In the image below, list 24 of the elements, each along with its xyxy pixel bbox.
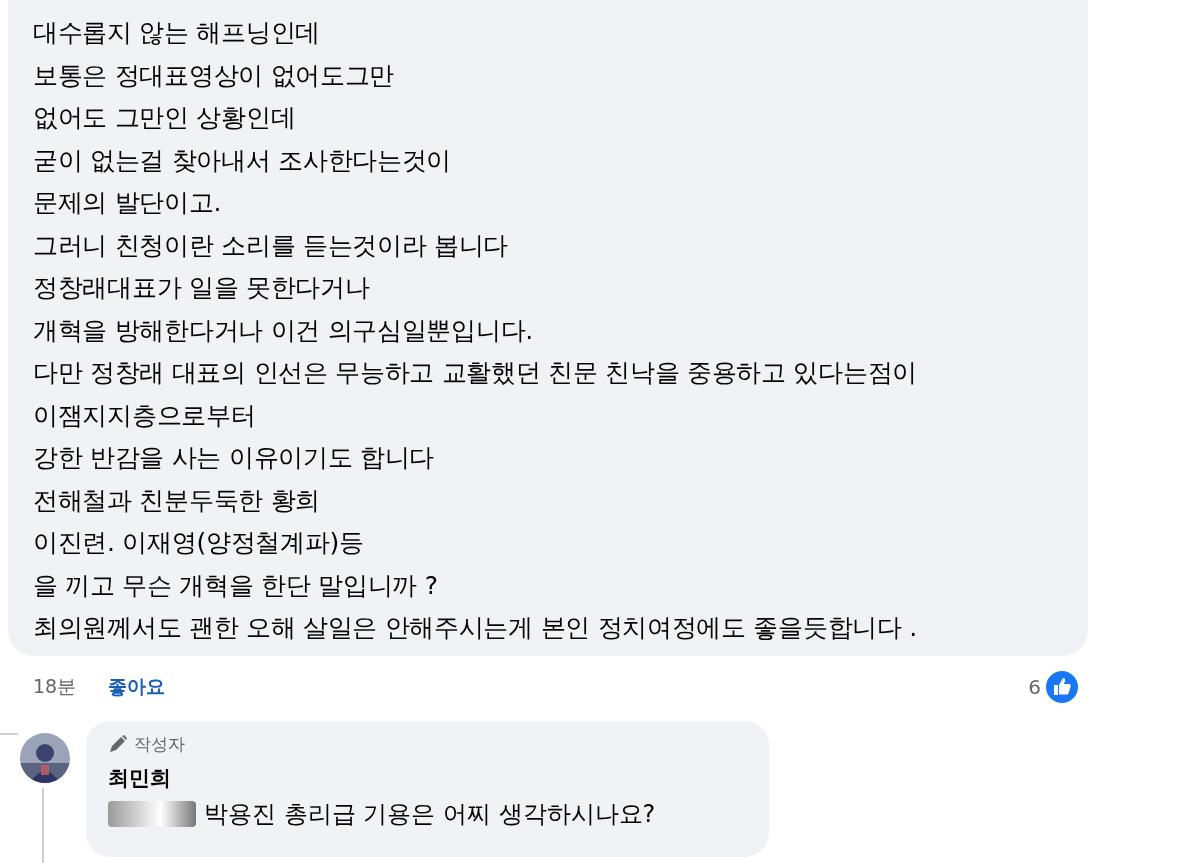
avatar[interactable] xyxy=(20,732,70,783)
pen-icon xyxy=(108,734,128,754)
comment-text-line: 없어도 그만인 상황인데 xyxy=(33,102,297,134)
like-icon xyxy=(1044,668,1080,705)
comment-text-line: 보통은 정대표영상이 없어도그만 xyxy=(33,59,396,92)
comment-text-line: 전해철과 친분두둑한 황희 xyxy=(33,484,321,517)
reaction-count: 6 xyxy=(1028,674,1041,699)
reply-text: 박용진 총리급 기용은 어찌 생각하시나요? xyxy=(204,798,656,830)
reply-author[interactable]: 최민희 xyxy=(108,763,747,792)
comment-text-line: 이잼지지층으로부터 xyxy=(33,399,257,432)
comment-time: 18분 xyxy=(33,673,77,699)
comment-text-line: 문제의 발단이고. xyxy=(33,187,223,219)
comment-text-line: 정창래대표가 일을 못한다거나 xyxy=(33,272,371,304)
comment-text-line: 이진련. 이재영(양정철계파)등 xyxy=(33,527,365,559)
comment-text-line: 최의원께서도 괜한 오해 살일은 안해주시는게 본인 정치여정에도 좋을듯합니다 . xyxy=(33,612,918,644)
comment-text-line: 그러니 친청이란 소리를 듣는것이라 봅니다 xyxy=(33,229,510,262)
comment-text-line: 강한 반감을 사는 이유이기도 합니다 xyxy=(33,442,436,474)
like-link[interactable]: 좋아요 xyxy=(108,673,166,700)
author-label: 작성자 xyxy=(134,732,185,756)
comment-text-line: 을 끼고 무슨 개혁을 한단 말입니까 ? xyxy=(33,569,439,602)
comment-text-line: 다만 정창래 대표의 인선은 무능하고 교활했던 친문 친낙을 중용하고 있다는점이 xyxy=(33,357,918,389)
comment-text-line: 대수롭지 않는 해프닝인데 xyxy=(33,17,321,49)
comment-text-line: 개혁을 방해한다거나 이건 의구심일뿐입니다. xyxy=(33,314,534,347)
comment-text-line: 굳이 없는걸 찾아내서 조사한다는것이 xyxy=(33,144,453,177)
